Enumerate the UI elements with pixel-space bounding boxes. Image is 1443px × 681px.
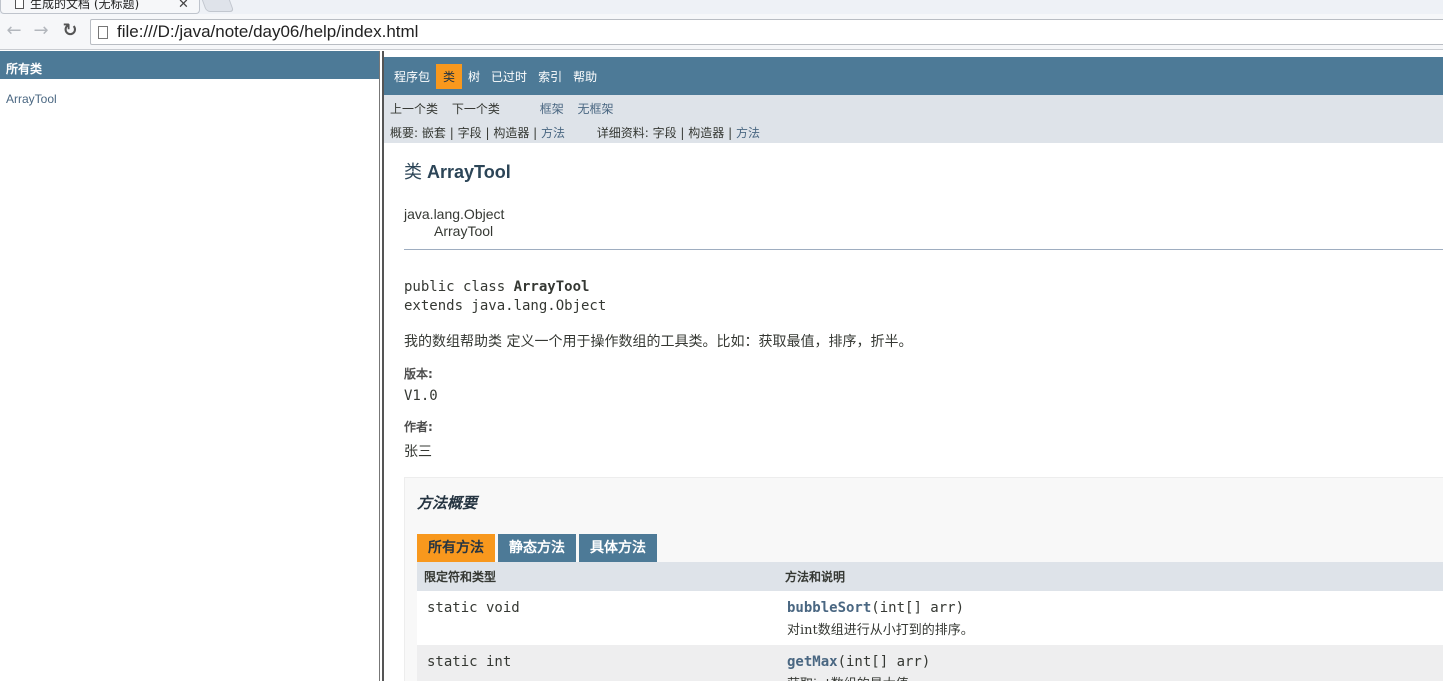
browser-toolbar: ← → ↻ file:///D:/java/note/day06/help/in… bbox=[0, 14, 1443, 50]
method-tabs: 所有方法 静态方法 具体方法 bbox=[417, 534, 1441, 562]
separator: | bbox=[680, 126, 685, 140]
top-navbar: 程序包 类 树 已过时 索引 帮助 bbox=[384, 51, 1443, 95]
method-table: 限定符和类型 方法和说明 static void bubbleSort(int[… bbox=[417, 562, 1443, 681]
separator-line bbox=[404, 249, 1443, 250]
all-classes-frame: 所有类 ArrayTool bbox=[0, 51, 379, 681]
reload-icon[interactable]: ↻ bbox=[60, 20, 80, 42]
no-frames-link[interactable]: 无框架 bbox=[578, 102, 614, 116]
nav-class: 类 bbox=[436, 63, 463, 89]
col-method: 方法和说明 bbox=[785, 570, 846, 584]
all-classes-heading: 所有类 bbox=[0, 51, 379, 79]
summary-nested: 嵌套 bbox=[421, 126, 446, 140]
nav-help[interactable]: 帮助 bbox=[568, 65, 602, 88]
nav-tree[interactable]: 树 bbox=[463, 65, 485, 88]
address-bar[interactable]: file:///D:/java/note/day06/help/index.ht… bbox=[90, 19, 1443, 45]
parent-class: java.lang.Object bbox=[404, 206, 505, 222]
tab-close-icon[interactable]: ✕ bbox=[178, 0, 189, 12]
signature-name: ArrayTool bbox=[513, 279, 590, 295]
prev-class-label: 上一个类 bbox=[390, 102, 439, 116]
tab-concrete-methods[interactable]: 具体方法 bbox=[579, 534, 657, 562]
row-modifier: static void bbox=[427, 600, 520, 616]
page-icon bbox=[98, 25, 108, 39]
forward-arrow-icon[interactable]: → bbox=[31, 20, 51, 42]
tab-all-methods[interactable]: 所有方法 bbox=[417, 534, 495, 562]
summary-constructor: 构造器 bbox=[493, 126, 530, 140]
inheritance-tree: java.lang.Object ArrayTool bbox=[404, 206, 1443, 240]
sub-navbar: 上一个类 下一个类 框架 无框架 概要: 嵌套 | 字段 | 构造器 | 方法 … bbox=[384, 95, 1443, 143]
address-url[interactable]: file:///D:/java/note/day06/help/index.ht… bbox=[117, 22, 418, 42]
class-doc-frame: 程序包 类 树 已过时 索引 帮助 上一个类 下一个类 框架 无框架 概要: 嵌… bbox=[384, 51, 1443, 681]
class-description: 我的数组帮助类 定义一个用于操作数组的工具类。比如：获取最值，排序，折半。 bbox=[404, 334, 913, 350]
separator: | bbox=[533, 126, 538, 140]
method-description: 获取int数组的最大值。 bbox=[787, 673, 930, 681]
class-name: ArrayTool bbox=[427, 162, 511, 182]
row-modifier: static int bbox=[427, 654, 512, 670]
detail-field: 字段 bbox=[652, 126, 677, 140]
method-summary: 方法概要 所有方法 静态方法 具体方法 限定符和类型 方法和说明 static … bbox=[404, 477, 1443, 681]
browser-tab[interactable]: 生成的文档 (无标题) ✕ bbox=[0, 0, 200, 14]
method-description: 对int数组进行从小打到的排序。 bbox=[787, 623, 974, 638]
method-table-header: 限定符和类型 方法和说明 bbox=[417, 562, 1443, 591]
author-label: 作者: bbox=[404, 420, 433, 434]
method-link-getmax[interactable]: getMax bbox=[787, 654, 838, 670]
tab-static-methods[interactable]: 静态方法 bbox=[498, 534, 576, 562]
tab-title: 生成的文档 (无标题) bbox=[30, 0, 140, 11]
method-summary-title: 方法概要 bbox=[417, 494, 478, 512]
class-content: 类 ArrayTool java.lang.Object ArrayTool p… bbox=[384, 158, 1443, 681]
signature-extends: extends java.lang.Object bbox=[404, 298, 607, 314]
separator: | bbox=[728, 126, 733, 140]
detail-constructor: 构造器 bbox=[688, 126, 725, 140]
separator: | bbox=[449, 126, 454, 140]
summary-label: 概要: bbox=[390, 126, 419, 140]
back-arrow-icon[interactable]: ← bbox=[4, 20, 24, 42]
version-value: V1.0 bbox=[404, 388, 438, 404]
table-row: static int getMax(int[] arr) 获取int数组的最大值… bbox=[417, 645, 1443, 681]
browser-tabstrip: 生成的文档 (无标题) ✕ bbox=[0, 0, 1443, 14]
method-link-bubblesort[interactable]: bubbleSort bbox=[787, 600, 871, 616]
frames-link[interactable]: 框架 bbox=[540, 102, 564, 116]
nav-index[interactable]: 索引 bbox=[533, 65, 567, 88]
detail-label: 详细资料: bbox=[596, 126, 649, 140]
method-params: (int[] arr) bbox=[837, 654, 931, 670]
author-value: 张三 bbox=[404, 444, 432, 460]
version-label: 版本: bbox=[404, 367, 433, 381]
nav-package[interactable]: 程序包 bbox=[389, 65, 435, 88]
signature-prefix: public class bbox=[404, 279, 514, 295]
new-tab-button[interactable] bbox=[199, 0, 235, 12]
method-params: (int[] arr) bbox=[871, 600, 965, 616]
detail-method-link[interactable]: 方法 bbox=[736, 126, 760, 140]
class-kind: 类 bbox=[404, 162, 422, 182]
summary-method-link[interactable]: 方法 bbox=[541, 126, 565, 140]
next-class-label: 下一个类 bbox=[451, 102, 500, 116]
class-link-arraytool[interactable]: ArrayTool bbox=[6, 92, 379, 106]
summary-field: 字段 bbox=[457, 126, 482, 140]
class-title: 类 ArrayTool bbox=[404, 158, 1443, 184]
col-modifier: 限定符和类型 bbox=[424, 570, 497, 584]
nav-deprecated[interactable]: 已过时 bbox=[486, 65, 532, 88]
table-row: static void bubbleSort(int[] arr) 对int数组… bbox=[417, 591, 1443, 645]
separator: | bbox=[485, 126, 490, 140]
class-signature: public class ArrayTool extends java.lang… bbox=[404, 278, 1443, 316]
child-class: ArrayTool bbox=[434, 223, 494, 239]
document-icon bbox=[15, 0, 24, 9]
